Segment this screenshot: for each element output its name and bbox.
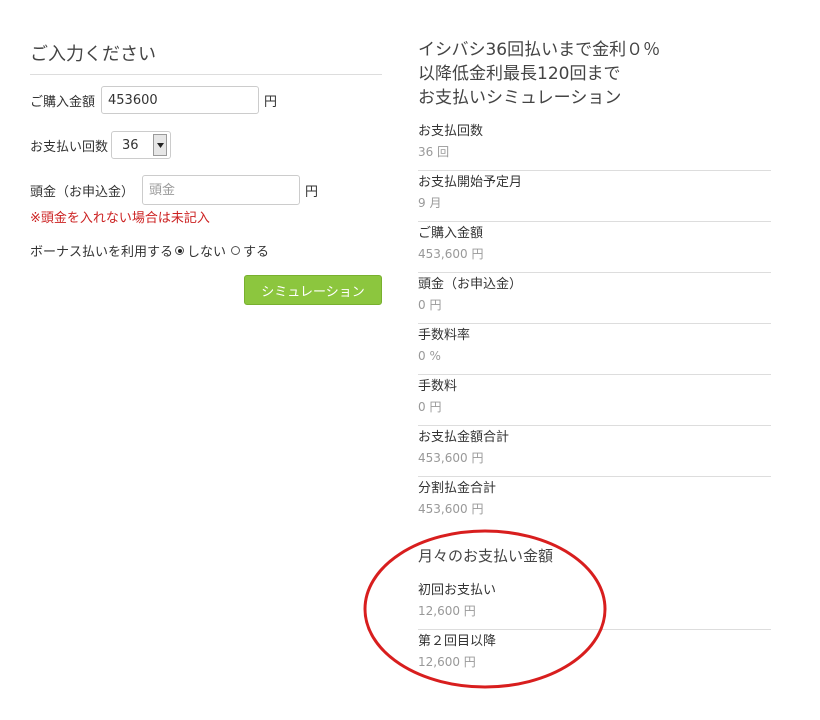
amount-input[interactable]: [101, 86, 260, 114]
result-item-value: 0 円: [418, 298, 442, 312]
result-item-label: お支払金額合計: [418, 430, 510, 445]
monthly-item-label: 第２回目以降: [418, 634, 497, 649]
bonus-yes-label[interactable]: する: [243, 241, 269, 260]
bonus-yes-radio[interactable]: [231, 246, 241, 255]
result-title: イシバシ36回払いまで金利０％ 以降低金利最長120回まで お支払いシミュレーシ…: [418, 38, 771, 110]
result-item-value: 0 %: [418, 349, 441, 363]
result-item-label: お支払回数: [418, 124, 484, 139]
result-item-value: 453,600 円: [418, 451, 484, 465]
result-panel: イシバシ36回払いまで金利０％ 以降低金利最長120回まで お支払いシミュレーシ…: [418, 38, 771, 681]
bonus-label: ボーナス払いを利用する: [30, 245, 174, 260]
input-form-panel: ご入力ください ご購入金額 円 お支払い回数 36 頭金（お申込金） 円 ※頭金…: [30, 40, 382, 305]
result-item-fee: 手数料 0 円: [418, 375, 771, 426]
result-title-line-1: イシバシ36回払いまで金利０％: [418, 40, 661, 60]
bonus-no-radio[interactable]: [175, 246, 185, 255]
result-item-value: 0 円: [418, 400, 442, 414]
amount-label: ご購入金額: [30, 94, 96, 110]
result-item-purchase-amount: ご購入金額 453,600 円: [418, 222, 771, 273]
monthly-item-label: 初回お支払い: [418, 583, 497, 598]
result-item-label: 手数料: [418, 379, 458, 394]
result-item-down-payment: 頭金（お申込金） 0 円: [418, 273, 771, 324]
result-item-label: お支払開始予定月: [418, 175, 523, 190]
amount-row: ご購入金額 円: [30, 86, 277, 114]
down-payment-label: 頭金（お申込金）: [30, 184, 135, 200]
result-item-start-month: お支払開始予定月 9 月: [418, 171, 771, 222]
bonus-no-label[interactable]: しない: [187, 241, 226, 260]
result-item-fee-rate: 手数料率 0 %: [418, 324, 771, 375]
down-payment-row: 頭金（お申込金） 円: [30, 175, 318, 205]
monthly-item-subsequent: 第２回目以降 12,600 円: [418, 630, 771, 681]
chevron-down-icon: [156, 142, 164, 148]
result-item-label: ご購入金額: [418, 226, 484, 241]
monthly-title: 月々のお支払い金額: [418, 547, 554, 565]
down-payment-note: ※頭金を入れない場合は未記入: [30, 211, 210, 226]
result-item-label: 手数料率: [418, 328, 471, 343]
monthly-item-value: 12,600 円: [418, 655, 476, 669]
result-item-value: 9 月: [418, 196, 442, 210]
simulation-button[interactable]: シミュレーション: [244, 275, 382, 305]
down-payment-unit: 円: [305, 184, 319, 200]
monthly-item-first: 初回お支払い 12,600 円: [418, 579, 771, 630]
monthly-item-value: 12,600 円: [418, 604, 476, 618]
count-select[interactable]: 36: [111, 131, 172, 159]
select-arrow[interactable]: [153, 134, 168, 156]
monthly-list: 初回お支払い 12,600 円 第２回目以降 12,600 円: [418, 579, 771, 681]
result-title-line-2: 以降低金利最長120回まで: [418, 64, 621, 84]
result-title-line-3: お支払いシミュレーション: [418, 88, 622, 108]
result-item-label: 頭金（お申込金）: [418, 277, 523, 292]
result-item-count: お支払回数 36 回: [418, 120, 771, 171]
result-item-label: 分割払金合計: [418, 481, 497, 496]
result-item-installment-total: 分割払金合計 453,600 円: [418, 477, 771, 528]
bonus-row: ボーナス払いを利用する しない する: [30, 241, 269, 260]
count-row: お支払い回数 36: [30, 131, 172, 159]
form-title: ご入力ください: [30, 40, 382, 75]
count-label: お支払い回数: [30, 139, 109, 155]
count-selected-value: 36: [122, 137, 139, 153]
result-item-total: お支払金額合計 453,600 円: [418, 426, 771, 477]
amount-unit: 円: [264, 94, 278, 110]
down-payment-input[interactable]: [142, 175, 301, 205]
result-item-value: 36 回: [418, 145, 450, 159]
result-item-value: 453,600 円: [418, 247, 484, 261]
result-list: お支払回数 36 回 お支払開始予定月 9 月 ご購入金額 453,600 円 …: [418, 120, 771, 528]
result-item-value: 453,600 円: [418, 502, 484, 516]
